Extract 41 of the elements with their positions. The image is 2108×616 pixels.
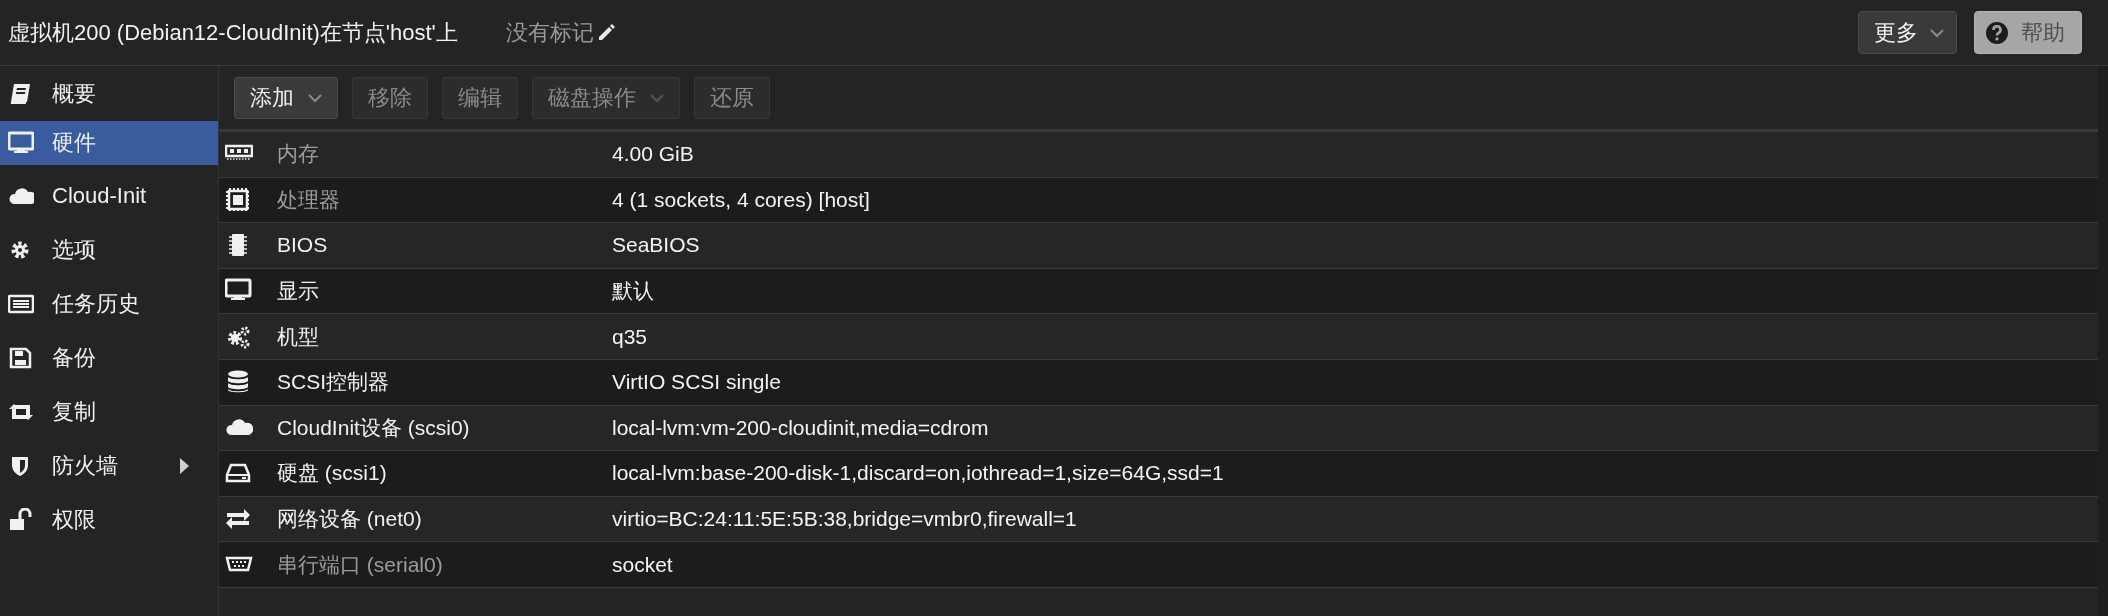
row-value: local-lvm:base-200-disk-1,discard=on,iothread=1,size=64G,ssd=1 xyxy=(612,461,1224,485)
sidebar-item[interactable]: 硬件 xyxy=(0,121,218,165)
sidebar-item[interactable]: Cloud-Init xyxy=(0,169,218,223)
unlock-icon xyxy=(8,508,34,532)
row-label: 处理器 xyxy=(277,186,340,213)
sidebar-item[interactable]: 备份 xyxy=(0,331,218,385)
caret-icon xyxy=(1930,27,1944,38)
row-value: 4 (1 sockets, 4 cores) [host] xyxy=(612,187,870,211)
row-label: 网络设备 (net0) xyxy=(277,506,422,533)
row-label: 串行端口 (serial0) xyxy=(277,551,443,578)
window-title: 虚拟机200 (Debian12-CloudInit)在节点'host'上 xyxy=(8,18,458,47)
caret-icon xyxy=(308,92,322,103)
tags-link[interactable]: 没有标记 xyxy=(505,17,616,48)
sidebar-item[interactable]: 权限 xyxy=(0,493,218,547)
row-value: virtio=BC:24:11:5E:5B:38,bridge=vmbr0,firewall=1 xyxy=(612,507,1077,531)
row-label: 显示 xyxy=(277,278,319,305)
toolbar-button[interactable]: 添加 xyxy=(234,76,338,119)
monitor-icon xyxy=(8,131,34,155)
row-value: VirtIO SCSI single xyxy=(612,370,781,394)
row-label: BIOS xyxy=(277,233,328,258)
row-label: 硬盘 (scsi1) xyxy=(277,460,387,487)
floppy-icon xyxy=(8,346,34,370)
sidebar-item[interactable]: 防火墙 xyxy=(0,439,218,493)
more-button[interactable]: 更多 xyxy=(1858,11,1957,54)
caret-icon xyxy=(650,92,664,103)
row-label: CloudInit设备 (scsi0) xyxy=(277,414,470,441)
row-label: 机型 xyxy=(277,323,319,350)
row-value: 4.00 GiB xyxy=(612,142,694,166)
help-icon xyxy=(1985,20,2009,45)
row-value: local-lvm:vm-200-cloudinit,media=cdrom xyxy=(612,415,989,439)
row-label: SCSI控制器 xyxy=(277,369,389,396)
sidebar-item[interactable]: 概要 xyxy=(0,67,218,121)
sidebar-item[interactable]: 复制 xyxy=(0,385,218,439)
row-value: socket xyxy=(612,552,673,576)
sidebar-item[interactable]: 选项 xyxy=(0,223,218,277)
row-value: SeaBIOS xyxy=(612,233,700,257)
row-value: 默认 xyxy=(612,279,654,303)
row-value: q35 xyxy=(612,324,648,348)
sidebar-item[interactable]: 任务历史 xyxy=(0,277,218,331)
list-icon xyxy=(8,292,34,316)
row-label: 内存 xyxy=(277,141,319,168)
